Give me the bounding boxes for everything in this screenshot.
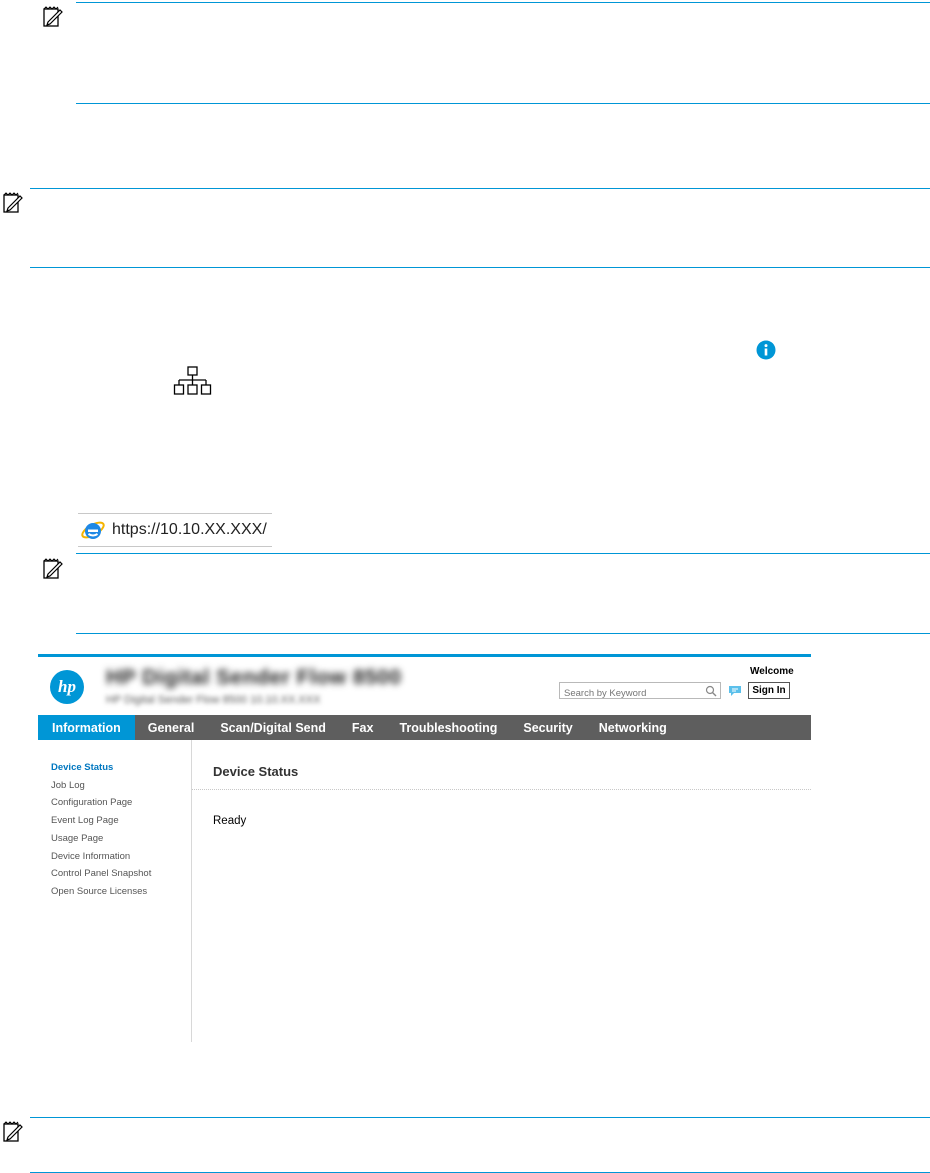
browser-address-bar[interactable]: https://10.10.XX.XXX/ bbox=[78, 513, 272, 547]
network-icon bbox=[173, 366, 213, 396]
chat-feedback-icon[interactable] bbox=[728, 684, 742, 696]
note-1-top-rule bbox=[76, 2, 930, 3]
sidebar-item-open-source-licenses[interactable]: Open Source Licenses bbox=[51, 886, 147, 897]
note-3-bottom-rule bbox=[76, 633, 930, 634]
status-text: Ready bbox=[213, 815, 247, 827]
tab-information[interactable]: Information bbox=[38, 715, 135, 740]
sidebar-item-usage-page[interactable]: Usage Page bbox=[51, 833, 103, 844]
main-nav: Information General Scan/Digital Send Fa… bbox=[38, 715, 811, 740]
tab-security[interactable]: Security bbox=[510, 715, 585, 740]
sidebar-item-configuration-page[interactable]: Configuration Page bbox=[51, 797, 132, 808]
note-1-bottom-rule bbox=[76, 103, 930, 104]
tab-networking[interactable]: Networking bbox=[586, 715, 680, 740]
tab-scan-digital-send[interactable]: Scan/Digital Send bbox=[207, 715, 339, 740]
note-icon bbox=[42, 6, 64, 28]
sign-in-button[interactable]: Sign In bbox=[748, 682, 790, 699]
note-3-top-rule bbox=[76, 553, 930, 554]
ews-screenshot: hp HP Digital Sender Flow 8500 HP Digita… bbox=[38, 654, 811, 1042]
tab-troubleshooting[interactable]: Troubleshooting bbox=[386, 715, 510, 740]
sidebar-item-job-log[interactable]: Job Log bbox=[51, 780, 85, 791]
internet-explorer-icon bbox=[80, 517, 106, 543]
welcome-label: Welcome bbox=[750, 666, 794, 677]
note-icon bbox=[2, 192, 24, 214]
sidebar-item-device-status[interactable]: Device Status bbox=[51, 762, 113, 773]
sidebar-item-control-panel-snapshot[interactable]: Control Panel Snapshot bbox=[51, 868, 151, 879]
page-title: Device Status bbox=[213, 764, 299, 779]
search-icon[interactable] bbox=[705, 684, 717, 697]
search-box[interactable] bbox=[559, 682, 721, 700]
url-text: https://10.10.XX.XXX/ bbox=[112, 521, 267, 538]
note-4-top-rule bbox=[30, 1117, 930, 1118]
note-2-top-rule bbox=[30, 188, 930, 189]
search-input[interactable] bbox=[560, 687, 702, 700]
title-divider bbox=[192, 789, 811, 790]
ews-top-accent bbox=[38, 654, 811, 657]
device-name: HP Digital Sender Flow 8500 bbox=[106, 666, 402, 689]
device-subtitle: HP Digital Sender Flow 8500 10.10.XX.XXX bbox=[106, 694, 321, 706]
sidebar-item-device-information[interactable]: Device Information bbox=[51, 851, 130, 862]
hp-logo: hp bbox=[50, 670, 84, 704]
sidebar: Device Status Job Log Configuration Page… bbox=[38, 740, 192, 1042]
tab-general[interactable]: General bbox=[135, 715, 208, 740]
info-icon bbox=[756, 340, 776, 360]
sidebar-item-event-log-page[interactable]: Event Log Page bbox=[51, 815, 119, 826]
note-icon bbox=[2, 1121, 24, 1143]
note-icon bbox=[42, 558, 64, 580]
note-2-bottom-rule bbox=[30, 267, 930, 268]
tab-fax[interactable]: Fax bbox=[339, 715, 387, 740]
